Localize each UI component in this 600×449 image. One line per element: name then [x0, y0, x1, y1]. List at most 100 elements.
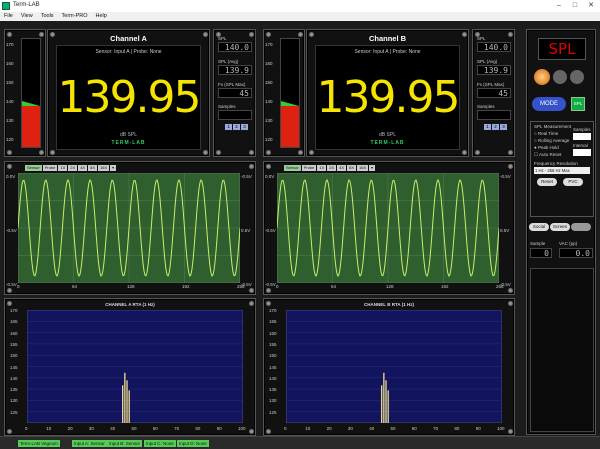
spl-avg-label: SPL (Avg)	[477, 59, 498, 64]
interval-input[interactable]	[573, 149, 591, 156]
freq-res-label: Frequency Resolution	[534, 161, 578, 166]
record-icon[interactable]	[534, 69, 550, 85]
meter-tick: 150	[6, 80, 14, 85]
scope-tab[interactable]: 1X	[317, 165, 327, 171]
rta-peak-bar	[126, 380, 128, 423]
meter-tick: 120	[265, 137, 273, 142]
scope-tab[interactable]: 8X	[347, 165, 356, 171]
screen-button[interactable]: Screen	[550, 223, 570, 231]
menu-view[interactable]: View	[17, 12, 37, 20]
scope-y-tick: 0.0V	[6, 174, 16, 179]
option-peak-hold[interactable]: ● Peak Hold	[534, 145, 559, 150]
fx-max-display: 45	[477, 88, 511, 98]
scope-tab[interactable]: ▾	[110, 165, 117, 171]
reset-button[interactable]: Reset	[537, 178, 557, 186]
meter-level-fill	[22, 105, 40, 147]
rta-y-tick: 160	[269, 330, 277, 336]
scope-x-tick: 0	[17, 284, 20, 289]
play-icon[interactable]	[553, 70, 567, 84]
stop-icon[interactable]	[570, 70, 584, 84]
scope-tab[interactable]: 8X	[88, 165, 97, 171]
main-value: 139.95	[57, 72, 202, 123]
menu-tools[interactable]: Tools	[37, 12, 58, 20]
term-lab-logo: TERM-LAB	[111, 140, 146, 146]
rta-y-tick: 135	[269, 387, 277, 393]
extra-button[interactable]	[571, 223, 591, 231]
scope-tab[interactable]: Sensor	[25, 165, 42, 171]
menu-help[interactable]: Help	[92, 12, 111, 20]
rta-x-tick: 0	[284, 426, 287, 431]
social-button[interactable]: Social	[529, 223, 549, 231]
interval-label: Interval	[573, 143, 588, 148]
auto-reset-checkbox[interactable]: ☐ Auto Reset	[534, 152, 561, 158]
main-value: 139.95	[316, 72, 461, 123]
probe-button-3[interactable]: 3	[241, 124, 248, 130]
scope-tab[interactable]: 4X	[337, 165, 347, 171]
menu-term-pro[interactable]: Term-PRO	[58, 12, 92, 20]
maximize-button[interactable]: □	[568, 1, 582, 11]
menu-bar: File View Tools Term-PRO Help	[0, 12, 600, 21]
rta-y-tick: 160	[10, 330, 18, 336]
scope-tab[interactable]: 2X	[68, 165, 78, 171]
mode-button[interactable]: MODE	[532, 97, 566, 111]
freq-res-select[interactable]: 1 Hz - 256 Hz Max	[534, 167, 590, 174]
pvc-button[interactable]: PVC	[563, 178, 583, 186]
probe-button-2[interactable]: 2	[233, 124, 240, 130]
meter-peak-marker	[281, 100, 299, 106]
rta-y-tick: 130	[10, 398, 18, 404]
spl-avg-display: 139.9	[218, 65, 252, 75]
meter-tick: 170	[265, 42, 273, 47]
scope-tab[interactable]: 4X	[78, 165, 88, 171]
rta-x-tick: 20	[67, 426, 73, 431]
fx-max-label: Fx (SPL Max)	[477, 82, 505, 87]
meter-tick: 120	[6, 137, 14, 142]
option-rolling-average[interactable]: ○ Rolling Average	[534, 138, 569, 143]
scope-tab[interactable]: 16X	[357, 165, 369, 171]
option-real-time[interactable]: ○ Real Time	[534, 131, 558, 136]
spl-avg-label: SPL (Avg)	[218, 59, 239, 64]
rta-x-tick: 30	[88, 426, 94, 431]
log-area	[530, 268, 594, 432]
scope-tab[interactable]: Probe	[301, 165, 317, 171]
scope-tab[interactable]: Probe	[42, 165, 58, 171]
rta-peak-bar	[383, 372, 385, 423]
screw-icon	[508, 429, 513, 434]
rta-x-tick: 80	[195, 426, 201, 431]
scope-x-tick: 256	[237, 284, 245, 289]
status-app: Term-LAB Vegnum	[18, 440, 60, 447]
sample-display: 0	[530, 248, 552, 258]
scope-y-tick: -0.5V	[6, 282, 17, 287]
scope-tab[interactable]: ▾	[369, 165, 376, 171]
scope-tab[interactable]: 16X	[98, 165, 110, 171]
scope-tab[interactable]: Sensor	[284, 165, 301, 171]
screw-icon	[7, 164, 12, 169]
rta-y-tick: 170	[10, 308, 18, 313]
rta-peak-bar	[124, 372, 126, 423]
scope-tab[interactable]: 2X	[327, 165, 337, 171]
menu-file[interactable]: File	[0, 12, 17, 20]
meter-tick: 170	[6, 42, 14, 47]
rta-x-tick: 0	[25, 426, 28, 431]
channel-display-b: Channel B Sensor: Input A | Probe: None 13…	[306, 29, 469, 157]
fx-max-label: Fx (SPL Max)	[218, 82, 246, 87]
vac-label: VAC (pp)	[559, 241, 578, 246]
rta-x-tick: 70	[433, 426, 439, 431]
close-button[interactable]: ✕	[584, 1, 598, 11]
samples-display	[218, 110, 252, 120]
rta-peak-bar	[128, 390, 130, 423]
probe-button-1[interactable]: 1	[225, 124, 232, 130]
probe-button-2[interactable]: 2	[492, 124, 499, 130]
probe-button-1[interactable]: 1	[484, 124, 491, 130]
probe-button-3[interactable]: 3	[500, 124, 507, 130]
screw-icon	[298, 150, 303, 155]
spl-display: 140.0	[477, 42, 511, 52]
meter-bar	[280, 38, 300, 148]
measurement-group: SPL Measurement ○ Real Time ○ Rolling Av…	[530, 121, 594, 217]
rta-x-tick: 100	[497, 426, 505, 431]
scope-tab[interactable]: 1X	[58, 165, 68, 171]
screw-icon	[508, 32, 513, 37]
sample-label: Sample	[530, 241, 546, 246]
scope-y-tick: -0.5V	[265, 228, 276, 233]
minimize-button[interactable]: –	[552, 1, 566, 11]
samples-input[interactable]	[573, 133, 591, 140]
